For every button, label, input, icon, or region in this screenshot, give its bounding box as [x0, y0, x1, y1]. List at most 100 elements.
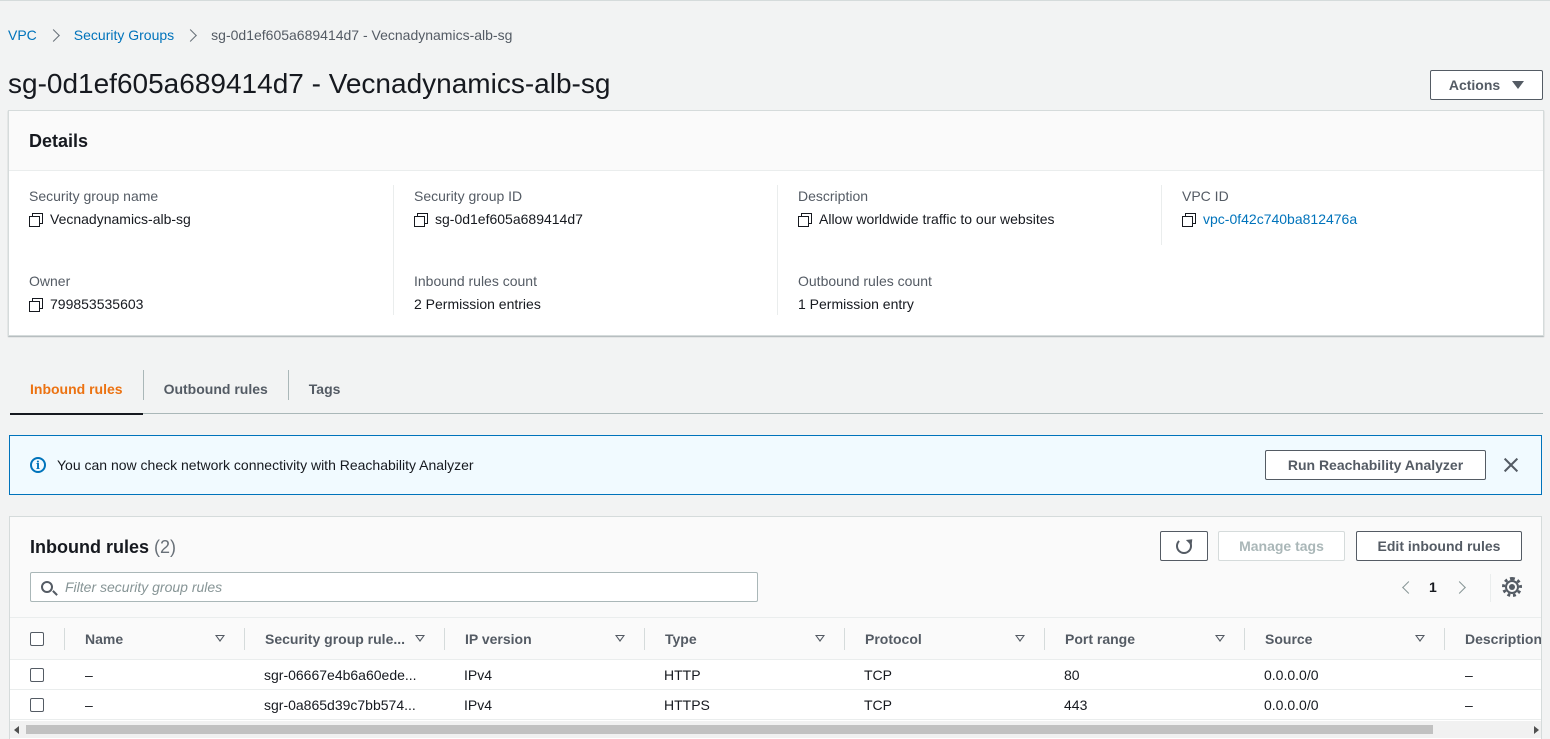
close-icon[interactable] — [1503, 457, 1519, 473]
column-divider — [844, 628, 845, 650]
column-label: Name — [85, 631, 124, 647]
cell-rule-id: sgr-0a865d39c7bb574... — [264, 697, 416, 713]
field-owner: Owner 799853535603 — [29, 271, 143, 312]
field-label: Owner — [29, 273, 71, 289]
owner-value: 799853535603 — [50, 296, 144, 312]
field-label: VPC ID — [1182, 188, 1229, 204]
chevron-right-icon[interactable] — [1452, 580, 1466, 594]
details-panel: Details Security group name Vecnadynamic… — [8, 110, 1544, 336]
column-header-type[interactable]: Type — [665, 618, 845, 660]
select-all-cell — [30, 618, 44, 660]
copy-icon[interactable] — [1182, 212, 1196, 227]
sort-icon — [815, 635, 825, 642]
vpc-id-link[interactable]: vpc-0f42c740ba812476a — [1203, 211, 1357, 227]
tab-outbound-rules[interactable]: Outbound rules — [144, 364, 288, 414]
refresh-button[interactable] — [1160, 531, 1208, 561]
sort-icon — [415, 635, 425, 642]
column-label: Source — [1265, 631, 1313, 647]
run-reachability-analyzer-button[interactable]: Run Reachability Analyzer — [1265, 450, 1486, 480]
horizontal-scrollbar[interactable] — [10, 721, 1541, 738]
rules-count: (2) — [154, 537, 177, 557]
tab-inbound-rules[interactable]: Inbound rules — [10, 364, 143, 415]
column-divider — [644, 628, 645, 650]
copy-icon[interactable] — [29, 297, 43, 312]
page-number[interactable]: 1 — [1429, 579, 1437, 595]
inbound-rules-panel: Inbound rules (2) Manage tags Edit inbou… — [9, 516, 1542, 739]
edit-inbound-rules-button[interactable]: Edit inbound rules — [1356, 531, 1522, 561]
cell-source: 0.0.0.0/0 — [1264, 667, 1319, 683]
column-header-name[interactable]: Name — [85, 618, 245, 660]
field-outbound-count: Outbound rules count 1 Permission entry — [798, 271, 932, 312]
field-value: sg-0d1ef605a689414d7 — [414, 211, 583, 227]
copy-icon[interactable] — [29, 212, 43, 227]
sort-icon — [215, 635, 225, 642]
column-label: Description — [1465, 631, 1542, 647]
breadcrumb-security-groups[interactable]: Security Groups — [74, 27, 174, 43]
filter-input[interactable] — [65, 579, 725, 595]
sort-icon — [615, 635, 625, 642]
field-description: Description Allow worldwide traffic to o… — [798, 186, 1055, 227]
table-row[interactable]: – sgr-06667e4b6a60ede... IPv4 HTTP TCP 8… — [10, 660, 1541, 690]
cell-protocol: TCP — [864, 667, 892, 683]
search-icon — [41, 581, 53, 593]
security-group-name-value: Vecnadynamics-alb-sg — [50, 211, 191, 227]
table-header: Name Security group rule... IP version T… — [10, 617, 1542, 660]
security-group-id-value: sg-0d1ef605a689414d7 — [435, 211, 583, 227]
tab-tags[interactable]: Tags — [289, 364, 361, 414]
cell-description: – — [1465, 667, 1473, 683]
details-header: Details — [9, 111, 1543, 171]
sort-icon — [1215, 635, 1225, 642]
cell-ip-version: IPv4 — [464, 697, 493, 713]
rules-table: Name Security group rule... IP version T… — [10, 617, 1542, 720]
breadcrumb-vpc[interactable]: VPC — [8, 27, 37, 43]
actions-button[interactable]: Actions — [1430, 70, 1543, 100]
cell-name: – — [85, 667, 93, 683]
chevron-left-icon[interactable] — [1402, 580, 1415, 594]
column-divider — [1244, 628, 1245, 650]
description-value: Allow worldwide traffic to our websites — [819, 211, 1055, 227]
pager-divider — [1490, 574, 1491, 602]
column-divider — [1444, 628, 1445, 650]
column-header-description[interactable]: Description — [1465, 618, 1542, 660]
column-label: IP version — [465, 631, 532, 647]
chevron-right-icon — [46, 28, 60, 42]
sort-icon — [1415, 635, 1425, 642]
rules-header: Inbound rules (2) Manage tags Edit inbou… — [10, 517, 1541, 617]
chevron-right-icon — [184, 28, 198, 42]
column-header-rule-id[interactable]: Security group rule... — [265, 618, 445, 660]
column-header-protocol[interactable]: Protocol — [865, 618, 1045, 660]
column-divider — [444, 628, 445, 650]
filter-box — [30, 572, 758, 602]
column-divider — [777, 185, 778, 315]
cell-port-range: 80 — [1064, 667, 1080, 683]
copy-icon[interactable] — [798, 212, 812, 227]
field-value: Allow worldwide traffic to our websites — [798, 211, 1055, 227]
column-header-source[interactable]: Source — [1265, 618, 1445, 660]
cell-source: 0.0.0.0/0 — [1264, 697, 1319, 713]
row-checkbox[interactable] — [30, 698, 44, 712]
scroll-thumb[interactable] — [26, 725, 1433, 734]
breadcrumb: VPC Security Groups sg-0d1ef605a689414d7… — [8, 26, 512, 44]
cell-description: – — [1465, 697, 1473, 713]
field-value: Vecnadynamics-alb-sg — [29, 211, 191, 227]
gear-icon[interactable] — [1502, 577, 1522, 597]
column-header-port-range[interactable]: Port range — [1065, 618, 1245, 660]
details-heading: Details — [29, 131, 89, 151]
scroll-right-icon[interactable] — [1534, 726, 1539, 734]
field-value: vpc-0f42c740ba812476a — [1182, 211, 1357, 227]
info-icon: i — [30, 457, 46, 473]
manage-tags-button[interactable]: Manage tags — [1218, 531, 1345, 561]
field-inbound-count: Inbound rules count 2 Permission entries — [414, 271, 541, 312]
column-divider — [393, 185, 394, 315]
table-row[interactable]: – sgr-0a865d39c7bb574... IPv4 HTTPS TCP … — [10, 690, 1541, 720]
row-select-cell — [30, 690, 44, 720]
cell-port-range: 443 — [1064, 697, 1088, 713]
actions-label: Actions — [1448, 77, 1501, 93]
page-title: sg-0d1ef605a689414d7 - Vecnadynamics-alb… — [8, 68, 611, 99]
column-header-ip-version[interactable]: IP version — [465, 618, 645, 660]
scroll-left-icon[interactable] — [14, 726, 19, 734]
row-checkbox[interactable] — [30, 668, 44, 682]
select-all-checkbox[interactable] — [30, 632, 44, 646]
field-value: 799853535603 — [29, 296, 143, 312]
copy-icon[interactable] — [414, 212, 428, 227]
